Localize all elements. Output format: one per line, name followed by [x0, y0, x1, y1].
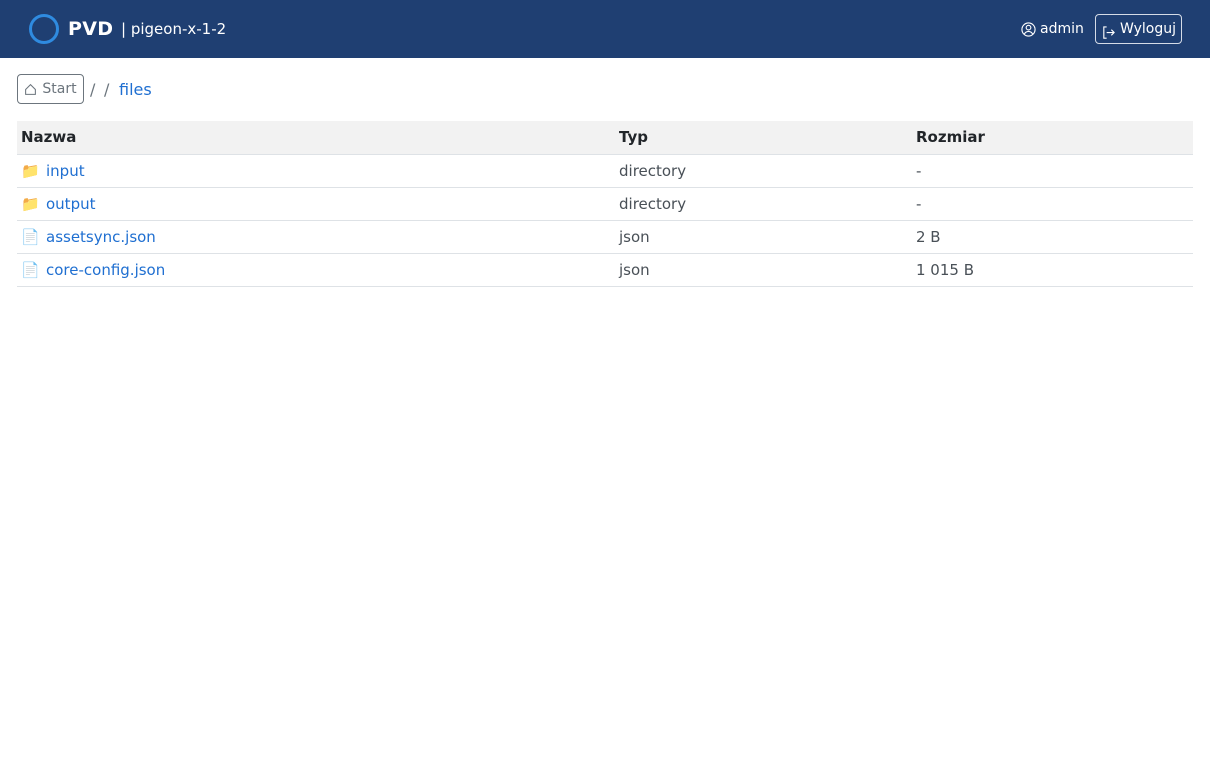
user-name: admin [1040, 21, 1084, 37]
file-icon: 📄 [21, 260, 40, 279]
table-row[interactable]: 📄 core-config.json json 1 015 B [17, 253, 1193, 287]
file-type: directory [615, 154, 912, 188]
breadcrumb-separator: / [90, 80, 96, 99]
home-icon [24, 83, 37, 96]
table-header-row: Nazwa Typ Rozmiar [17, 121, 1193, 155]
column-header-type[interactable]: Typ [615, 121, 912, 155]
brand-logo-icon[interactable] [29, 14, 59, 44]
folder-icon: 📁 [21, 161, 40, 180]
logout-icon [1101, 22, 1116, 39]
start-label: Start [42, 81, 77, 97]
logout-button[interactable]: Wyloguj [1095, 14, 1182, 44]
top-navbar: PVD | pigeon-x-1-2 admin Wyloguj [0, 0, 1210, 58]
file-type: json [615, 253, 912, 287]
file-size: - [912, 154, 1193, 188]
file-size: - [912, 187, 1193, 221]
column-header-size[interactable]: Rozmiar [912, 121, 1193, 155]
file-size: 2 B [912, 220, 1193, 254]
file-type: json [615, 220, 912, 254]
file-size: 1 015 B [912, 253, 1193, 287]
breadcrumb-current[interactable]: files [119, 80, 152, 100]
host-label: | pigeon-x-1-2 [121, 20, 227, 38]
user-circle-icon [1021, 21, 1036, 37]
file-table: Nazwa Typ Rozmiar 📁 input directory - 📁 ou… [17, 121, 1193, 287]
file-type: directory [615, 187, 912, 221]
start-button[interactable]: Start [17, 74, 84, 104]
logout-label: Wyloguj [1120, 21, 1176, 37]
file-name-link[interactable]: assetsync.json [46, 228, 156, 246]
file-name-link[interactable]: output [46, 195, 95, 213]
file-name-link[interactable]: input [46, 162, 85, 180]
column-header-name[interactable]: Nazwa [17, 121, 615, 155]
file-name-link[interactable]: core-config.json [46, 261, 165, 279]
table-row[interactable]: 📁 output directory - [17, 187, 1193, 221]
table-row[interactable]: 📄 assetsync.json json 2 B [17, 220, 1193, 254]
file-icon: 📄 [21, 227, 40, 246]
user-menu[interactable]: admin [1021, 19, 1084, 39]
brand-name[interactable]: PVD [68, 17, 113, 41]
folder-icon: 📁 [21, 194, 40, 213]
table-row[interactable]: 📁 input directory - [17, 154, 1193, 188]
breadcrumb-separator: / [104, 80, 110, 99]
